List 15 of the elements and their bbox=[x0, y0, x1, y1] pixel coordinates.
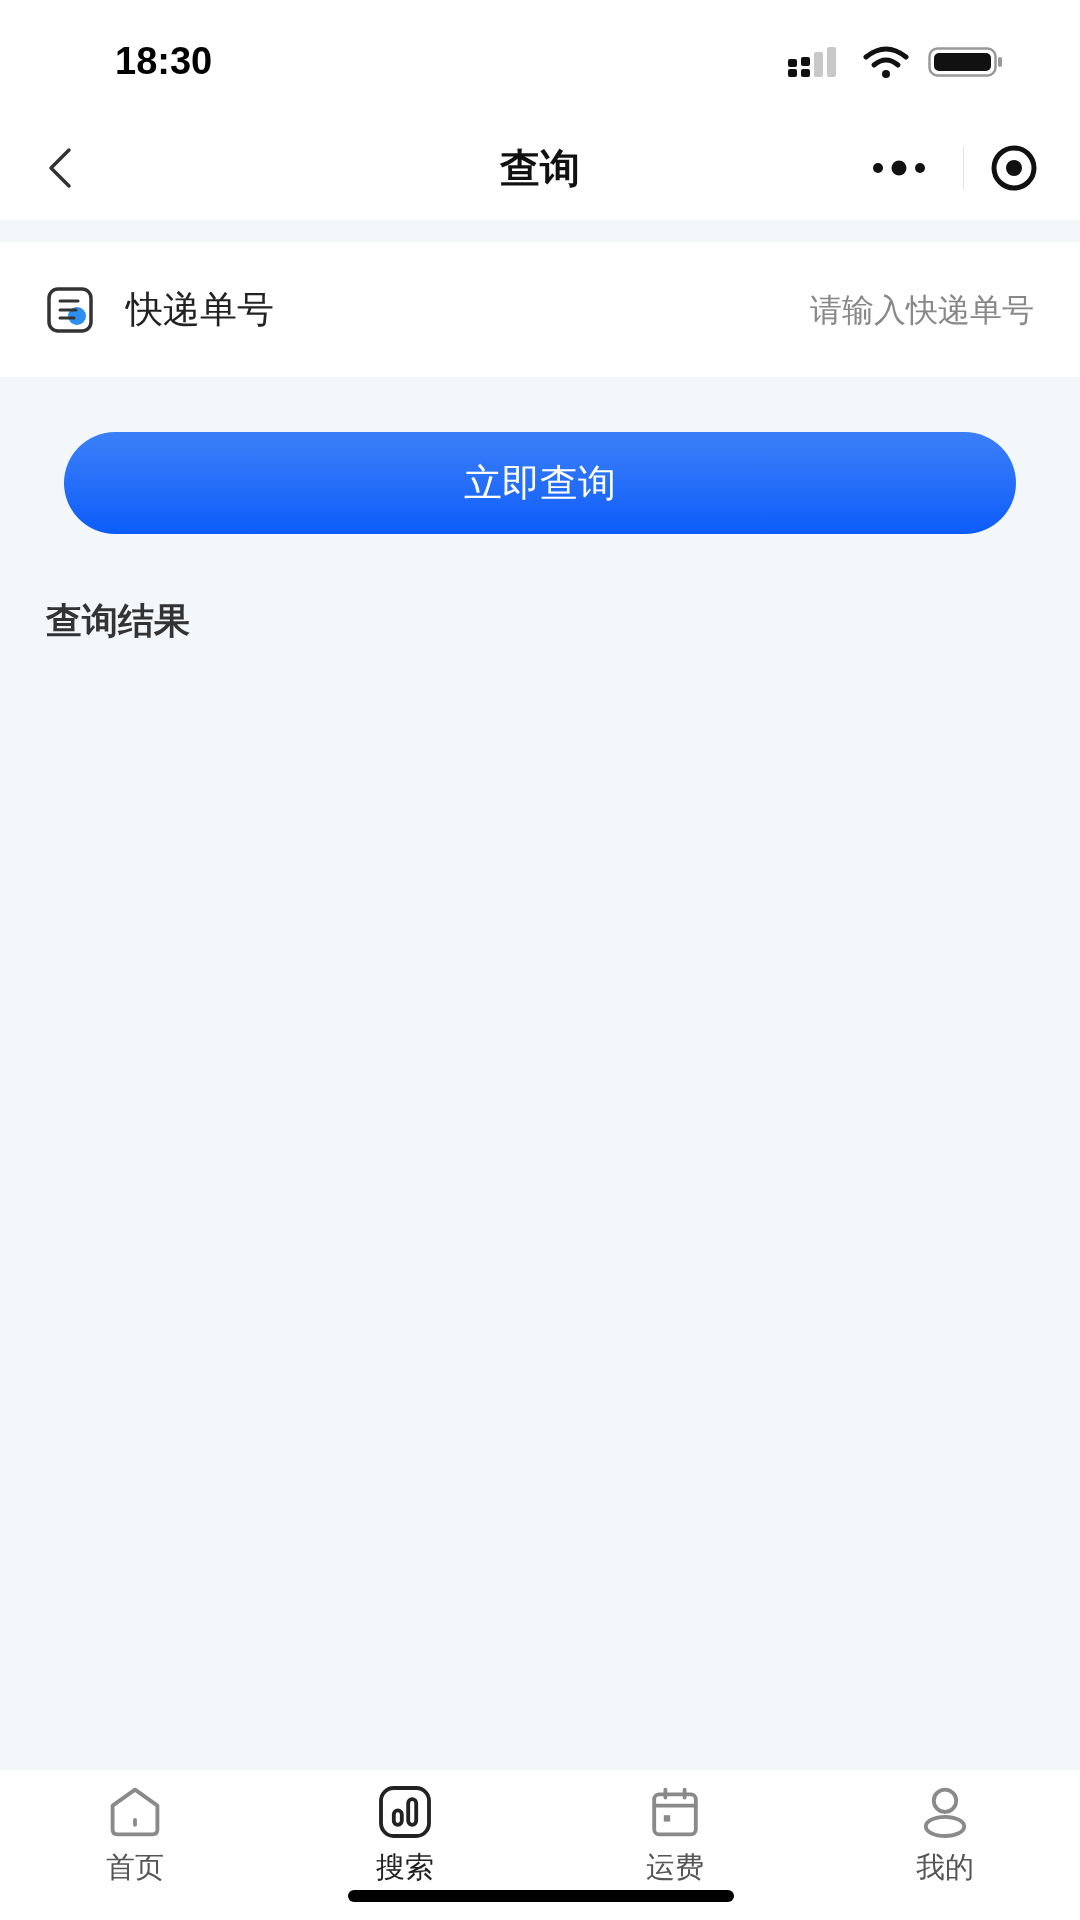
back-icon bbox=[47, 145, 73, 190]
tab-item[interactable]: 运费 bbox=[540, 1780, 810, 1890]
page-title: 查询 bbox=[500, 144, 580, 192]
more-icon bbox=[872, 159, 926, 176]
query-button[interactable]: 立即查询 bbox=[64, 432, 1016, 534]
results-heading: 查询结果 bbox=[46, 599, 190, 643]
tab-item[interactable]: 搜索 bbox=[270, 1780, 540, 1890]
status-time: 18:30 bbox=[115, 39, 213, 84]
tab-item[interactable]: 我的 bbox=[810, 1780, 1080, 1890]
tracking-number-input[interactable]: 请输入快递单号 bbox=[614, 285, 1034, 334]
tab-item[interactable]: 首页 bbox=[0, 1780, 270, 1890]
field-label: 快递单号 bbox=[126, 287, 274, 332]
document-icon bbox=[46, 285, 94, 334]
wifi-icon bbox=[862, 44, 910, 79]
battery-icon bbox=[928, 46, 1004, 77]
